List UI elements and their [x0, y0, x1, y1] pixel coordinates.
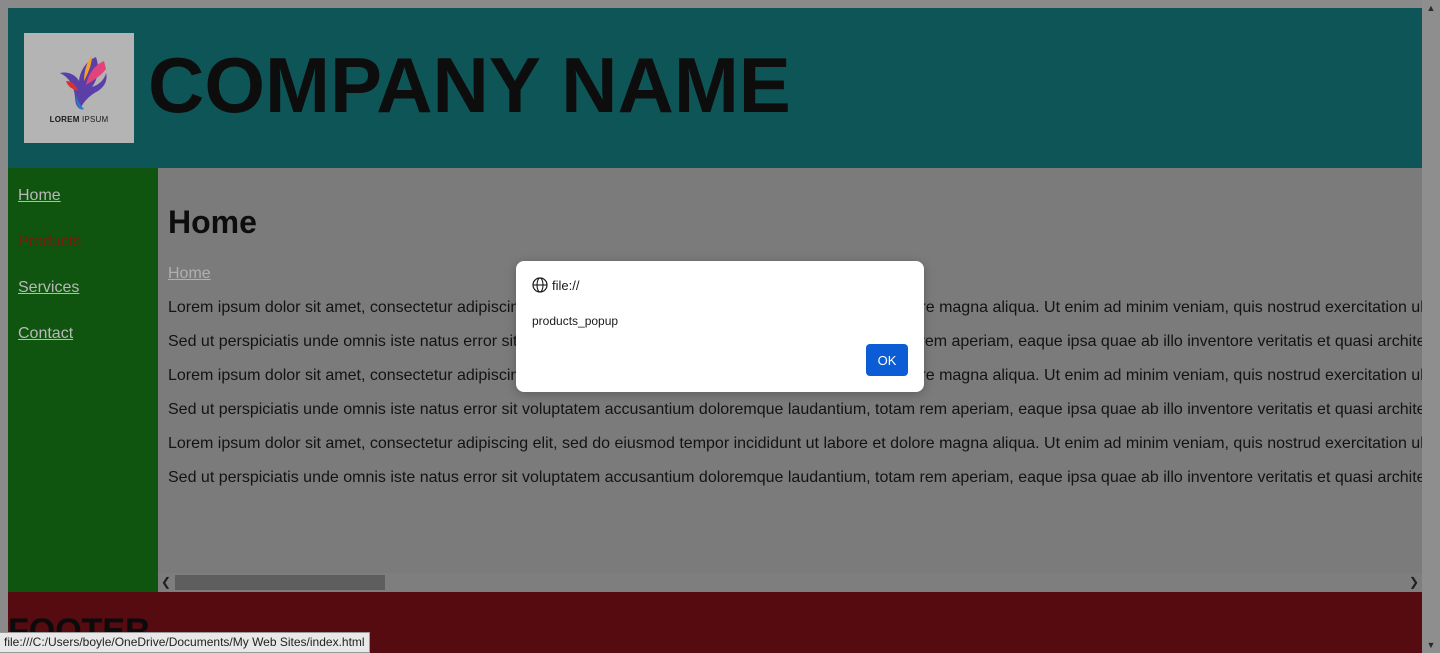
window-left-edge [0, 0, 8, 653]
nav-link-contact[interactable]: Contact [18, 325, 73, 343]
horizontal-scroll-thumb[interactable] [175, 575, 385, 590]
dialog-origin: file:// [552, 278, 580, 293]
logo-caption: LOREM IPSUM [49, 115, 109, 124]
scroll-right-icon[interactable]: ❯ [1406, 573, 1422, 592]
paragraph: Sed ut perspiciatis unde omnis iste natu… [168, 469, 1422, 486]
paragraph: Lorem ipsum dolor sit amet, consectetur … [168, 435, 1422, 452]
nav-link-products[interactable]: Products [18, 233, 81, 251]
window-top-edge [0, 0, 1440, 8]
company-logo: LOREM IPSUM [24, 33, 134, 143]
company-name: COMPANY NAME [148, 41, 791, 129]
status-bar-url: file:///C:/Users/boyle/OneDrive/Document… [0, 632, 370, 653]
alert-dialog: file:// products_popup OK [516, 261, 924, 392]
breadcrumb-home[interactable]: Home [168, 265, 211, 283]
site-header: LOREM IPSUM COMPANY NAME [8, 8, 1422, 168]
globe-icon [532, 277, 548, 293]
dialog-message: products_popup [532, 314, 619, 328]
horizontal-scrollbar[interactable]: ❮ ❯ [158, 573, 1422, 592]
scroll-left-icon[interactable]: ❮ [158, 573, 174, 592]
scroll-down-icon[interactable]: ▼ [1422, 637, 1440, 653]
page-title: Home [168, 204, 257, 240]
bird-logo-icon [60, 55, 107, 110]
ok-button[interactable]: OK [866, 344, 908, 376]
scroll-up-icon[interactable]: ▲ [1422, 0, 1440, 16]
nav-link-services[interactable]: Services [18, 279, 79, 297]
sidebar-nav: Home Products Services Contact [8, 168, 158, 592]
nav-link-home[interactable]: Home [18, 187, 61, 205]
vertical-scrollbar[interactable]: ▲ ▼ [1422, 0, 1440, 653]
paragraph: Sed ut perspiciatis unde omnis iste natu… [168, 401, 1422, 418]
